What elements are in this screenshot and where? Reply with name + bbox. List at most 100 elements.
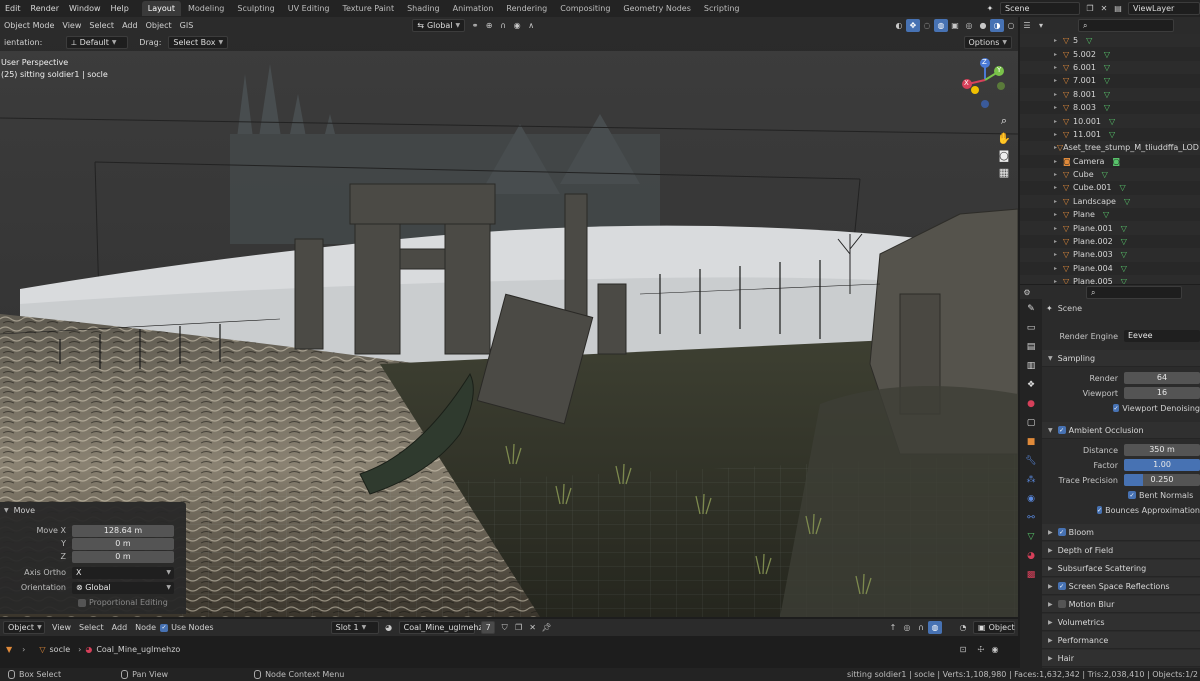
expand-chevron-icon[interactable]: ▸ <box>1054 104 1063 111</box>
options-dropdown[interactable]: Options ▼ <box>963 36 1012 49</box>
render-tab-icon[interactable]: ▭ <box>1020 318 1042 337</box>
zoom-icon[interactable]: ⌕ <box>1001 114 1007 128</box>
camera-data-icon[interactable]: ◙ <box>1112 157 1120 166</box>
node-magnet-icon[interactable]: ∩ <box>914 621 928 634</box>
expand-chevron-icon[interactable]: ▸ <box>1054 265 1063 272</box>
node-overlay-icon[interactable]: ◍ <box>928 621 942 634</box>
move-y-field[interactable]: 0 m <box>72 537 174 550</box>
expand-chevron-icon[interactable]: ▸ <box>1054 184 1063 191</box>
scene-icon[interactable]: ✦ <box>983 2 997 15</box>
outliner-item[interactable]: ▸ ▽ 6.001 ▽ <box>1020 60 1200 75</box>
output-tab-icon[interactable]: ▤ <box>1020 337 1042 356</box>
menu-view[interactable]: View <box>58 17 85 34</box>
world-tab-icon[interactable]: ● <box>1020 394 1042 413</box>
collapse-chevron-icon[interactable]: ▶ <box>1048 619 1053 626</box>
expand-chevron-icon[interactable]: ▸ <box>1054 118 1063 125</box>
scene-selector[interactable]: Scene <box>1000 2 1080 15</box>
menu-help[interactable]: Help <box>106 0 134 17</box>
node-world-icon[interactable]: ◉ <box>988 643 1002 656</box>
use-nodes-checkbox[interactable]: ✓ <box>160 623 169 632</box>
section-header[interactable]: ▶ ✓ Screen Space Reflections <box>1042 578 1200 595</box>
mode-selector[interactable]: Object Mode <box>0 17 58 34</box>
outliner-item[interactable]: ▸ ◙ Camera ◙ <box>1020 155 1200 168</box>
mesh-data-icon[interactable]: ▽ <box>1109 130 1115 139</box>
collapse-chevron-icon[interactable]: ▶ <box>1048 655 1053 662</box>
menu-window[interactable]: Window <box>64 0 106 17</box>
falloff-icon[interactable]: ∧ <box>524 19 538 32</box>
mesh-data-icon[interactable]: ▽ <box>1124 197 1130 206</box>
menu-add[interactable]: Add <box>118 17 142 34</box>
view-layer-selector[interactable]: ViewLayer <box>1128 2 1200 15</box>
rendered-shading-icon[interactable]: ○ <box>1004 19 1018 32</box>
mesh-data-icon[interactable]: ▽ <box>1109 117 1115 126</box>
view-layer-tab-icon[interactable]: ▥ <box>1020 356 1042 375</box>
collection-tab-icon[interactable]: ▢ <box>1020 413 1042 432</box>
section-checkbox[interactable]: ✓ <box>1057 582 1066 590</box>
tab-uv-editing[interactable]: UV Editing <box>282 1 336 16</box>
expand-chevron-icon[interactable]: ▸ <box>1054 238 1063 245</box>
tab-compositing[interactable]: Compositing <box>554 1 616 16</box>
section-header[interactable]: ▶ Depth of Field <box>1042 542 1200 559</box>
tab-layout[interactable]: Layout <box>141 1 181 16</box>
ao-section-header[interactable]: ▼ ✓ Ambient Occlusion <box>1042 422 1200 439</box>
outliner-item[interactable]: ▸ ▽ 7.001 ▽ <box>1020 74 1200 87</box>
filter-mode-icon[interactable]: ▾ <box>1034 19 1048 32</box>
outliner-search[interactable]: ⌕ <box>1078 19 1174 32</box>
section-header[interactable]: ▶ Hair <box>1042 650 1200 667</box>
expand-chevron-icon[interactable]: ▸ <box>1054 278 1063 284</box>
section-header[interactable]: ▶ ✓ Bloom <box>1042 524 1200 541</box>
visibility-icon[interactable]: ◐ <box>892 19 906 32</box>
outliner-item[interactable]: ▸ ▽ Landscape ▽ <box>1020 194 1200 209</box>
collapse-chevron-icon[interactable]: ▶ <box>1048 637 1053 644</box>
mesh-data-icon[interactable]: ▽ <box>1121 277 1127 284</box>
expand-chevron-icon[interactable]: ▸ <box>1054 77 1063 84</box>
tab-modeling[interactable]: Modeling <box>182 1 230 16</box>
section-checkbox[interactable]: ✓ <box>1057 528 1066 536</box>
proportional-icon[interactable]: ◉ <box>510 19 524 32</box>
gizmo-toggle-icon[interactable]: ✥ <box>906 19 920 32</box>
outliner-item[interactable]: ▸ ▽ Plane ▽ <box>1020 208 1200 221</box>
mesh-data-icon[interactable]: ▽ <box>1103 210 1109 219</box>
navigation-gizmo[interactable]: Z Y X <box>958 56 1012 112</box>
scene-tab-icon[interactable]: ❖ <box>1020 375 1042 394</box>
section-checkbox[interactable] <box>1057 600 1066 608</box>
axis-ortho-dropdown[interactable]: X ▼ <box>72 566 174 579</box>
solid-shading-icon[interactable]: ● <box>976 19 990 32</box>
properties-search[interactable]: ⌕ <box>1086 285 1182 299</box>
section-header[interactable]: ▶ Motion Blur <box>1042 596 1200 613</box>
pivot-icon[interactable]: ⚭ <box>468 19 482 32</box>
move-operator-panel[interactable]: ▼ Move Move X 128.64 m Y 0 m Z 0 m Axis Ort… <box>0 502 186 614</box>
material-users-count[interactable]: 7 <box>480 621 495 634</box>
mesh-data-icon[interactable]: ▽ <box>1102 170 1108 179</box>
outliner-item[interactable]: ▸ ▽ Plane.001 ▽ <box>1020 221 1200 235</box>
proportional-checkbox[interactable] <box>78 598 86 607</box>
expand-chevron-icon[interactable]: ▸ <box>1054 158 1063 165</box>
node-menu-view[interactable]: View <box>48 619 75 636</box>
snap-node-icon[interactable]: ◎ <box>900 621 914 634</box>
ao-distance-field[interactable]: 350 m <box>1124 444 1200 456</box>
render-samples-field[interactable]: 64 <box>1124 372 1200 384</box>
right-mode-dropdown[interactable]: ▣ Object <box>973 621 1015 634</box>
slot-dropdown[interactable]: Slot 1 ▼ <box>330 621 379 634</box>
mesh-data-icon[interactable]: ▽ <box>1121 237 1127 246</box>
outliner-item[interactable]: ▸ ▽ Plane.005 ▽ <box>1020 275 1200 284</box>
expand-chevron-icon[interactable]: ▸ <box>1054 171 1063 178</box>
tab-sculpting[interactable]: Sculpting <box>231 1 280 16</box>
expand-chevron-icon[interactable]: ▸ <box>1054 64 1063 71</box>
modifier-tab-icon[interactable]: 🔧︎ <box>1020 451 1042 470</box>
copy-scene-icon[interactable]: ❐ <box>1083 2 1097 15</box>
outliner-item[interactable]: ▸ ▽ 5.002 ▽ <box>1020 47 1200 60</box>
overlays-toggle-icon[interactable]: ◍ <box>934 19 948 32</box>
close-scene-icon[interactable]: ✕ <box>1097 2 1111 15</box>
mesh-data-icon[interactable]: ▽ <box>1086 36 1092 45</box>
section-header[interactable]: ▶ Subsurface Scattering <box>1042 560 1200 577</box>
tab-texture-paint[interactable]: Texture Paint <box>336 1 400 16</box>
outliner-item[interactable]: ▸ ▽ 5 ▽ <box>1020 34 1200 48</box>
section-header[interactable]: ▶ Volumetrics <box>1042 614 1200 631</box>
camera-view-icon[interactable]: ◙ <box>999 149 1010 162</box>
breadcrumb-object[interactable]: socle <box>50 645 71 654</box>
node-mode-dropdown[interactable]: Object ▼ <box>3 621 45 634</box>
move-x-field[interactable]: 128.64 m <box>72 524 174 537</box>
ao-factor-slider[interactable]: 1.00 <box>1124 459 1200 471</box>
snap-icon[interactable]: ⊕ <box>482 19 496 32</box>
